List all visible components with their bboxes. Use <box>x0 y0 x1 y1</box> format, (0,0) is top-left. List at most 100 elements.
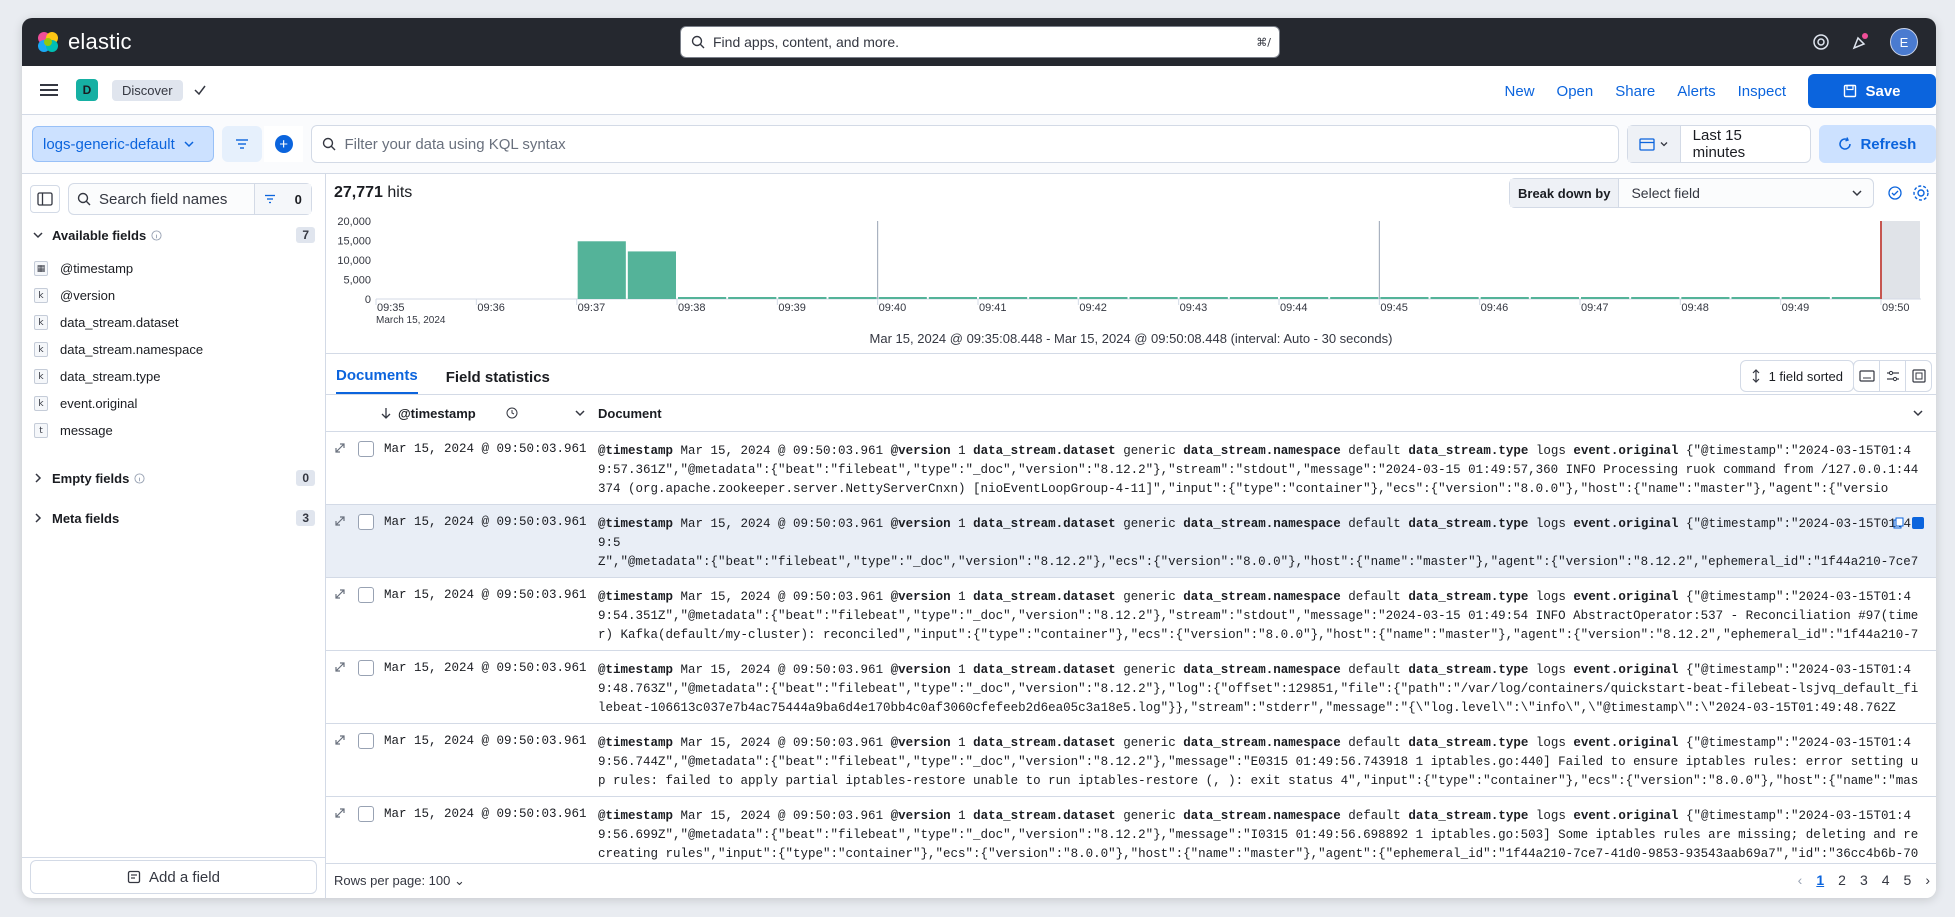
info-icon <box>134 472 145 484</box>
expand-row-icon[interactable] <box>334 807 346 819</box>
main-panel: 27,771 hits Break down by Select field 2… <box>326 173 1936 898</box>
x-tick-label: 09:44 <box>1280 302 1308 314</box>
save-button[interactable]: Save <box>1808 74 1936 108</box>
meta-fields-header[interactable]: Meta fields 3 <box>32 506 325 530</box>
display-settings-button[interactable] <box>1880 361 1906 391</box>
open-link[interactable]: Open <box>1557 83 1594 100</box>
row-timestamp: Mar 15, 2024 @ 09:50:03.961 <box>384 807 587 821</box>
row-checkbox[interactable] <box>358 660 374 676</box>
grid-body: Mar 15, 2024 @ 09:50:03.961 @timestamp Ma… <box>326 432 1936 870</box>
help-icon[interactable] <box>1812 33 1830 51</box>
page-3[interactable]: 3 <box>1860 872 1868 888</box>
search-icon <box>323 137 336 151</box>
row-checkbox[interactable] <box>358 514 374 530</box>
global-search-input[interactable]: Find apps, content, and more. ⌘/ <box>680 26 1280 58</box>
user-avatar[interactable]: E <box>1890 28 1918 56</box>
field-name: event.original <box>60 396 138 411</box>
field-item[interactable]: k event.original <box>34 390 325 417</box>
table-row[interactable]: Mar 15, 2024 @ 09:50:03.961 @timestamp Ma… <box>326 651 1936 724</box>
quick-menu-button[interactable] <box>1628 126 1681 162</box>
x-tick-label: 09:40 <box>879 302 907 314</box>
page-4[interactable]: 4 <box>1882 872 1890 888</box>
prev-page-icon[interactable]: ‹ <box>1798 872 1803 888</box>
add-field-button[interactable]: Add a field <box>30 860 317 894</box>
space-avatar[interactable]: D <box>76 79 98 101</box>
field-item[interactable]: k @version <box>34 282 325 309</box>
next-page-icon[interactable]: › <box>1925 872 1930 888</box>
field-item[interactable]: k data_stream.type <box>34 363 325 390</box>
row-timestamp: Mar 15, 2024 @ 09:50:03.961 <box>384 661 587 675</box>
field-search-input[interactable]: Search field names 0 <box>68 183 312 215</box>
row-checkbox[interactable] <box>358 587 374 603</box>
field-item[interactable]: ▦ @timestamp <box>34 255 325 282</box>
histogram[interactable]: 20,000 15,000 10,000 5,000 0 09:35 09:36 09:37 0… <box>326 213 1936 354</box>
expand-row-icon[interactable] <box>334 515 346 527</box>
breakdown-select[interactable]: Break down by Select field <box>1509 178 1874 208</box>
table-row[interactable]: Mar 15, 2024 @ 09:50:03.961 @timestamp Ma… <box>326 797 1936 870</box>
empty-fields-header[interactable]: Empty fields 0 <box>32 466 325 490</box>
filter-menu-button[interactable] <box>221 126 262 162</box>
new-link[interactable]: New <box>1505 83 1535 100</box>
field-type-filter-button[interactable]: 0 <box>254 184 311 214</box>
gear-icon[interactable] <box>1912 184 1930 202</box>
row-checkbox[interactable] <box>358 806 374 822</box>
chevron-down-icon[interactable] <box>574 407 586 419</box>
rows-per-page-button[interactable]: Rows per page: 100 ⌄ <box>334 873 465 889</box>
time-picker[interactable]: Last 15 minutes <box>1627 125 1811 163</box>
tabs: Documents Field statistics 1 field sorte… <box>326 354 1936 395</box>
keyboard-shortcuts-button[interactable] <box>1854 361 1880 391</box>
tab-field-statistics[interactable]: Field statistics <box>446 369 550 394</box>
histogram-bar <box>778 297 827 299</box>
collapse-sidebar-button[interactable] <box>30 185 60 213</box>
alerts-link[interactable]: Alerts <box>1677 83 1715 100</box>
expand-row-icon[interactable] <box>334 588 346 600</box>
sidebar-collapse-icon <box>37 192 53 206</box>
refresh-button[interactable]: Refresh <box>1818 125 1936 163</box>
field-item[interactable]: k data_stream.dataset <box>34 309 325 336</box>
copy-icon[interactable] <box>1892 517 1904 529</box>
field-name: message <box>60 423 113 438</box>
histogram-svg[interactable]: 20,000 15,000 10,000 5,000 0 09:35 09:36 09:37 0… <box>326 213 1936 331</box>
field-item[interactable]: t message <box>34 417 325 444</box>
column-timestamp[interactable]: @timestamp <box>398 406 476 421</box>
chevron-down-icon[interactable] <box>1912 407 1924 419</box>
row-checkbox[interactable] <box>358 733 374 749</box>
expand-cell-button[interactable] <box>1912 517 1924 529</box>
field-item[interactable]: k data_stream.namespace <box>34 336 325 363</box>
page-2[interactable]: 2 <box>1838 872 1846 888</box>
x-tick-label: 09:49 <box>1782 302 1810 314</box>
kql-query-input[interactable]: Filter your data using KQL syntax <box>311 125 1620 163</box>
x-tick-label: 09:43 <box>1180 302 1208 314</box>
sort-desc-icon[interactable] <box>380 407 392 419</box>
menu-icon[interactable] <box>40 81 58 99</box>
expand-row-icon[interactable] <box>334 442 346 454</box>
share-link[interactable]: Share <box>1615 83 1655 100</box>
expand-row-icon[interactable] <box>334 734 346 746</box>
table-row[interactable]: Mar 15, 2024 @ 09:50:03.961 @timestamp Ma… <box>326 432 1936 505</box>
expand-row-icon[interactable] <box>334 661 346 673</box>
table-row[interactable]: Mar 15, 2024 @ 09:50:03.961 @timestamp Ma… <box>326 578 1936 651</box>
add-filter-button[interactable]: + <box>263 126 304 162</box>
row-checkbox[interactable] <box>358 441 374 457</box>
table-row[interactable]: Mar 15, 2024 @ 09:50:03.961 @timestamp Ma… <box>326 724 1936 797</box>
page-5[interactable]: 5 <box>1904 872 1912 888</box>
tab-documents[interactable]: Documents <box>336 367 418 394</box>
available-fields-header[interactable]: Available fields 7 <box>32 223 325 247</box>
column-document[interactable]: Document <box>598 406 662 421</box>
histogram-bar <box>1781 297 1830 299</box>
inspect-link[interactable]: Inspect <box>1738 83 1786 100</box>
fullscreen-button[interactable] <box>1906 361 1931 391</box>
elastic-logo[interactable]: elastic <box>36 29 132 55</box>
page-1[interactable]: 1 <box>1816 872 1824 888</box>
data-view-picker[interactable]: logs-generic-default <box>32 126 214 162</box>
x-tick-label: 09:45 <box>1380 302 1408 314</box>
newsfeed-icon[interactable] <box>1850 32 1870 52</box>
table-row[interactable]: Mar 15, 2024 @ 09:50:03.961 @timestamp Ma… <box>326 505 1936 578</box>
sort-button[interactable]: 1 field sorted <box>1739 360 1854 392</box>
breadcrumb[interactable]: Discover <box>112 79 183 101</box>
histogram-bar <box>1330 297 1379 299</box>
plus-icon: + <box>274 135 293 153</box>
chart-options-icon[interactable] <box>1886 184 1904 202</box>
time-range-label[interactable]: Last 15 minutes <box>1681 127 1810 161</box>
hits-label: hits <box>387 184 413 201</box>
